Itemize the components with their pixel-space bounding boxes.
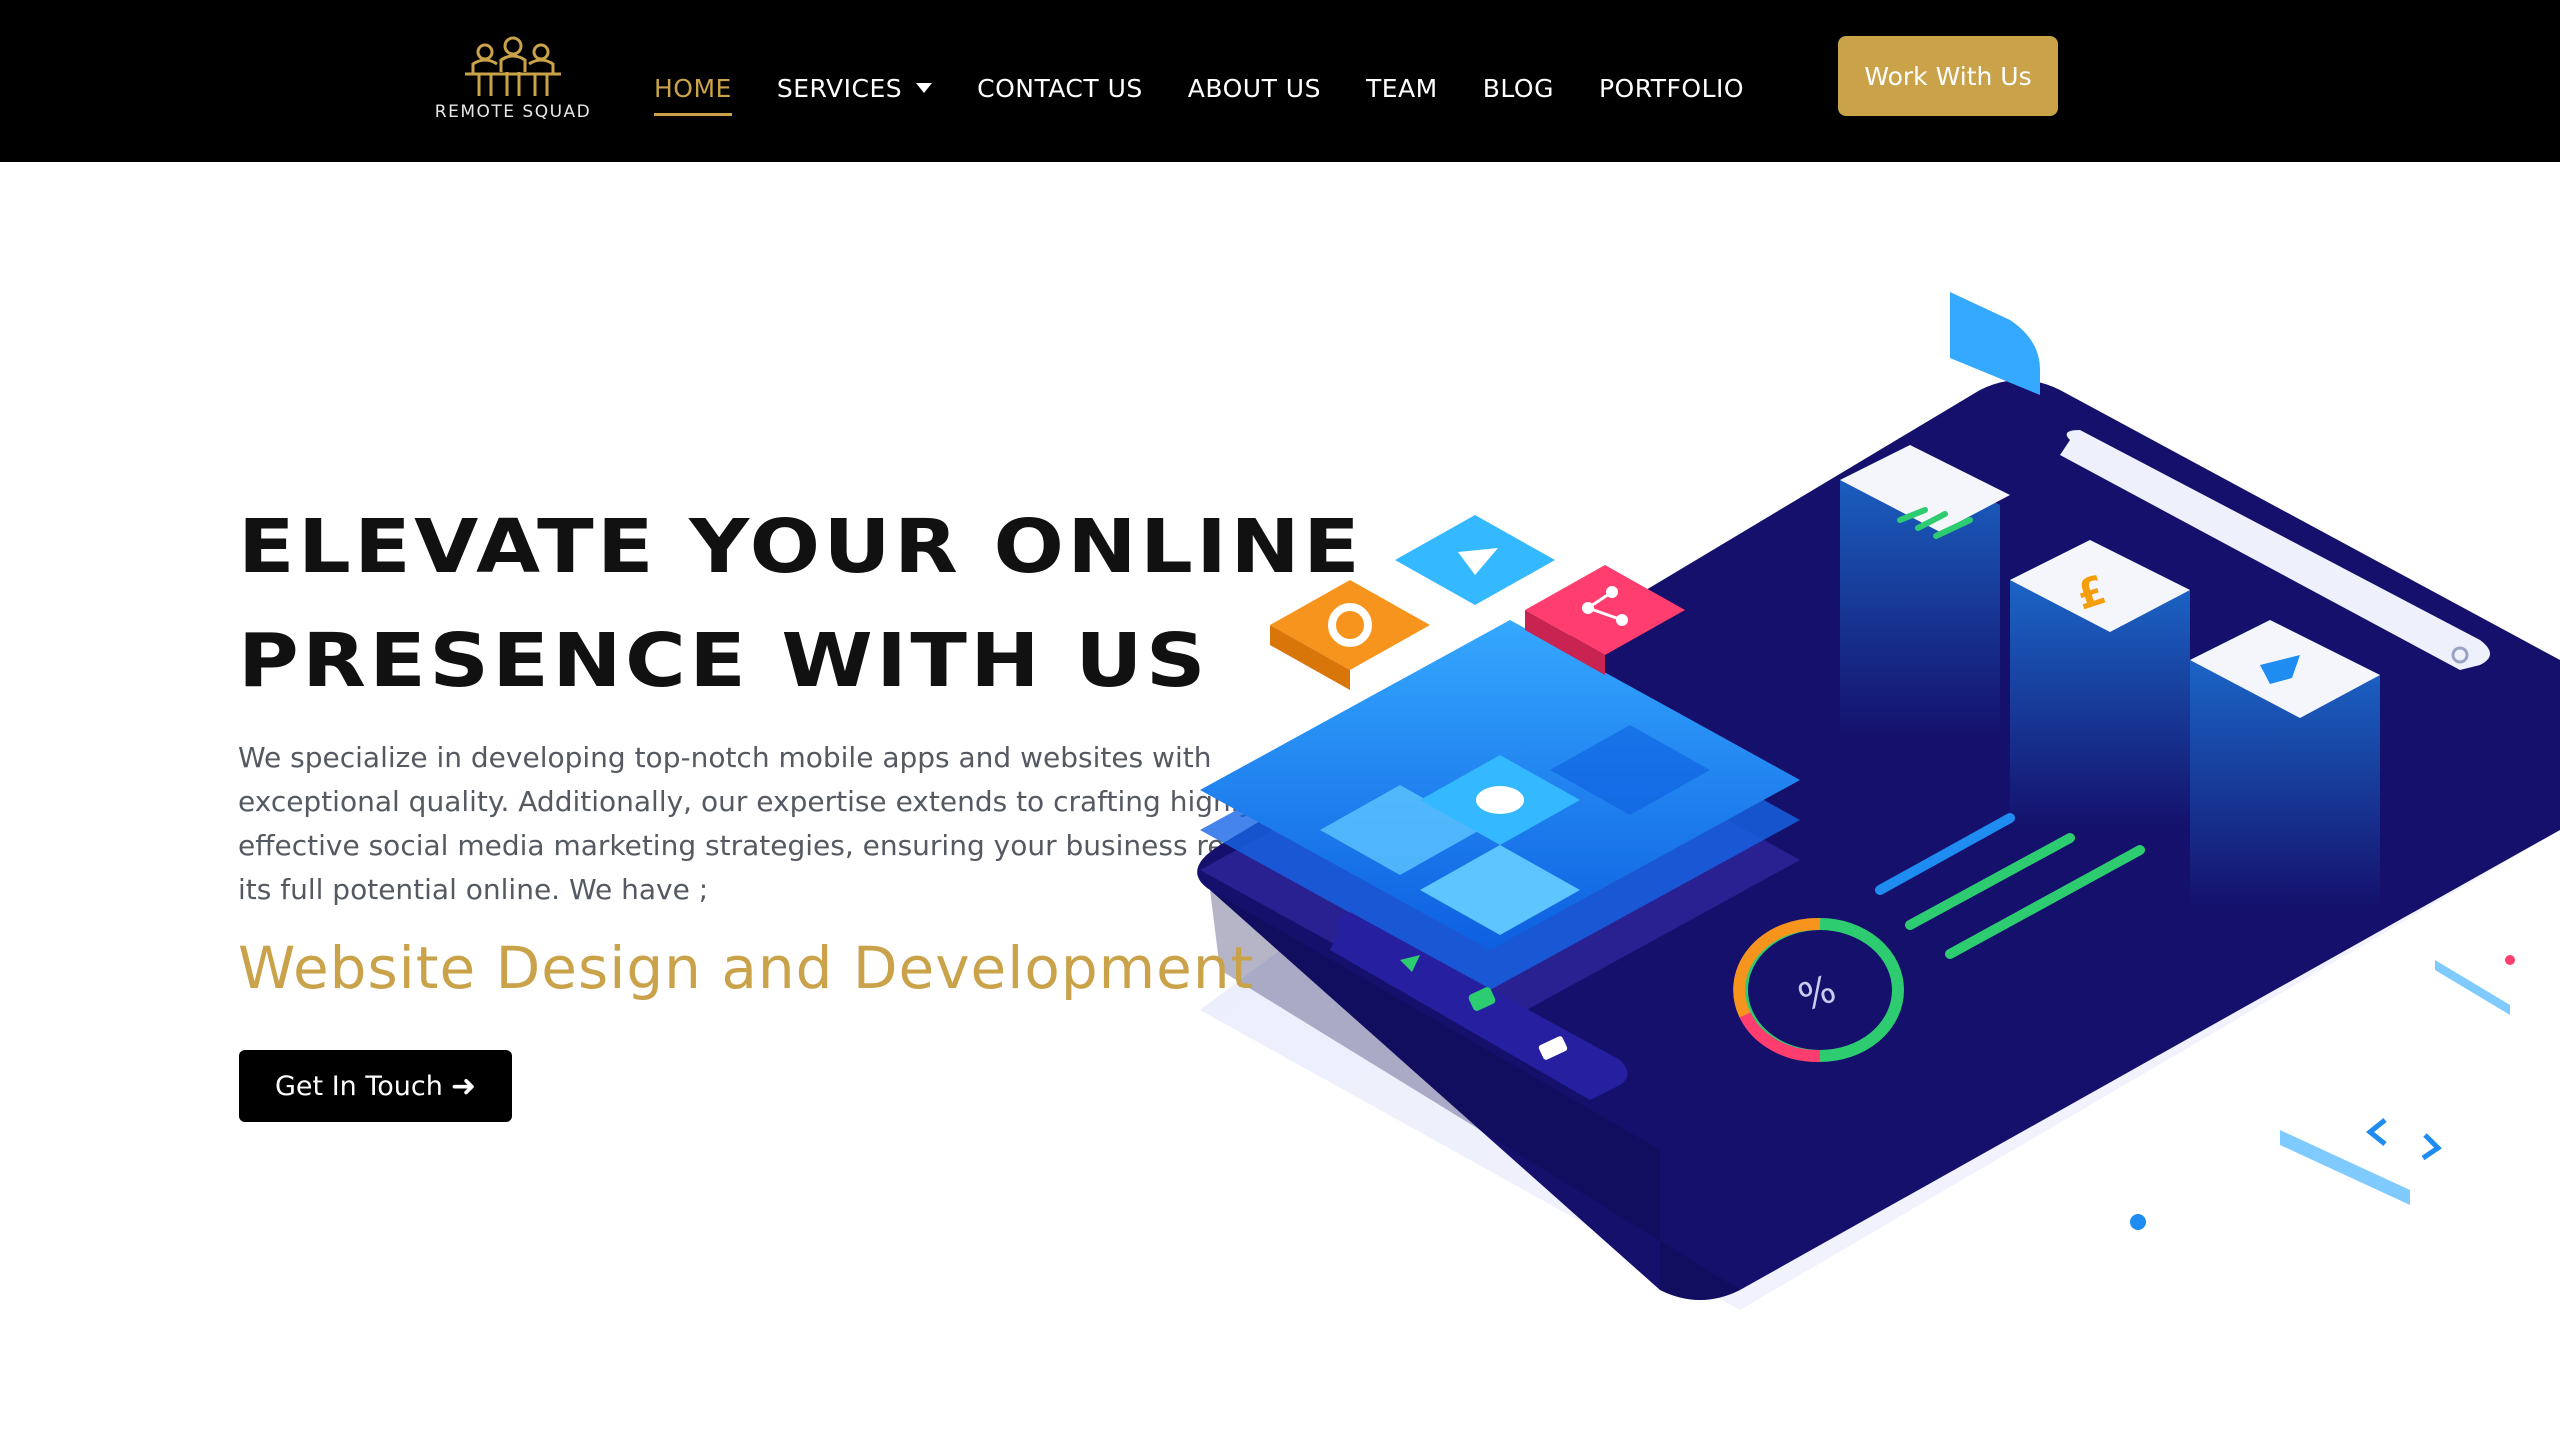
nav-home[interactable]: HOME (654, 62, 732, 116)
hero-description: We specialize in developing top-notch mo… (238, 741, 1307, 906)
brand-logo[interactable]: REMOTE SQUAD (428, 34, 598, 128)
main-nav: HOME SERVICES CONTACT US ABOUT US TEAM B… (654, 62, 1789, 116)
chevron-down-icon (916, 83, 933, 93)
get-in-touch-button[interactable]: Get In Touch ➜ (239, 1050, 512, 1122)
settings-tile (1270, 580, 1430, 690)
code-tile (2280, 1075, 2510, 1205)
work-with-us-button[interactable]: Work With Us (1838, 36, 2058, 116)
nav-team-label: TEAM (1365, 73, 1438, 103)
brand-name: REMOTE SQUAD (434, 102, 592, 122)
nav-contact-us[interactable]: CONTACT US (977, 62, 1143, 114)
team-people-icon (465, 36, 561, 96)
nav-services-label: SERVICES (776, 73, 903, 103)
hero-illustration: £ % (1197, 292, 2560, 1310)
nav-about-us[interactable]: ABOUT US (1188, 62, 1321, 114)
nav-portfolio-label: PORTFOLIO (1598, 73, 1745, 103)
nav-about-us-label: ABOUT US (1187, 73, 1321, 103)
nav-home-label: HOME (654, 73, 732, 103)
nav-services[interactable]: SERVICES (776, 62, 933, 114)
dot-marker (2130, 1214, 2146, 1230)
site-header: REMOTE SQUAD HOME SERVICES CONTACT US AB… (0, 0, 2560, 162)
play-tile (1395, 515, 1555, 605)
nav-team[interactable]: TEAM (1366, 62, 1438, 114)
nav-blog-label: BLOG (1482, 73, 1554, 103)
nav-blog[interactable]: BLOG (1483, 62, 1554, 114)
nav-portfolio[interactable]: PORTFOLIO (1599, 62, 1744, 114)
get-in-touch-label: Get In Touch (275, 1070, 443, 1102)
arrow-right-icon: ➜ (450, 1068, 476, 1104)
hero-subtitle: Website Design and Development (238, 934, 1255, 1002)
nav-contact-us-label: CONTACT US (977, 73, 1143, 103)
side-tile-top (2435, 920, 2560, 1015)
location-pin-icon (1476, 786, 1524, 814)
floating-card (1950, 292, 2040, 395)
